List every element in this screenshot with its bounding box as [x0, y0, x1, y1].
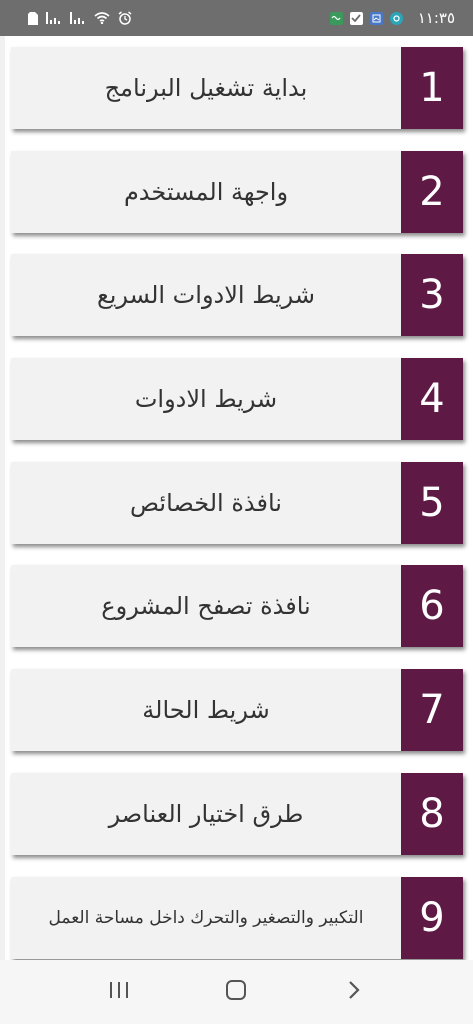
menu-item-number-badge: 8	[401, 772, 463, 855]
menu-item-label: نافذة تصفح المشروع	[101, 592, 311, 621]
menu-item-6[interactable]: نافذة تصفح المشروع 6	[11, 565, 463, 648]
check-box-icon	[349, 11, 363, 25]
home-icon	[225, 979, 247, 1005]
menu-item-8[interactable]: طرق اختيار العناصر 8	[11, 772, 463, 855]
menu-item-label: شريط الادوات السريع	[96, 281, 316, 310]
wifi-icon	[94, 12, 110, 24]
status-right-icons: ١١:٣٥	[329, 9, 455, 27]
recent-apps-icon	[108, 981, 130, 1003]
menu-item-5[interactable]: نافذة الخصائص 5	[11, 461, 463, 544]
left-edge-strip	[0, 36, 5, 960]
menu-item-label: شريط الحالة	[142, 696, 270, 725]
menu-item-number-badge: 4	[401, 358, 463, 441]
main-content: بداية تشغيل البرنامج 1 واجهة المستخدم 2 شريط…	[0, 36, 473, 960]
app-notification-icon	[369, 11, 383, 25]
menu-item-label-area: شريط الحالة	[11, 669, 401, 751]
menu-item-4[interactable]: شريط الادوات 4	[11, 358, 463, 441]
back-icon	[347, 980, 361, 1004]
menu-item-number-badge: 5	[401, 461, 463, 544]
menu-item-label-area: طرق اختيار العناصر	[11, 773, 401, 855]
alarm-icon	[118, 11, 132, 25]
menu-item-label: شريط الادوات	[134, 385, 278, 414]
navigation-bar	[0, 960, 473, 1024]
status-left-icons	[28, 11, 132, 25]
status-bar: ١١:٣٥	[0, 0, 473, 36]
menu-item-number-badge: 2	[401, 150, 463, 233]
signal-bars-icon	[46, 12, 62, 24]
menu-item-label-area: شريط الادوات	[11, 358, 401, 440]
menu-item-label-area: نافذة تصفح المشروع	[11, 565, 401, 647]
menu-item-label: التكبير والتصغير والتحرك داخل مساحة العم…	[48, 907, 364, 928]
signal-bars-icon	[70, 12, 86, 24]
menu-item-label-area: نافذة الخصائص	[11, 462, 401, 544]
menu-item-number-badge: 1	[401, 47, 463, 129]
menu-item-1[interactable]: بداية تشغيل البرنامج 1	[11, 47, 463, 129]
app-notification-icon	[329, 11, 343, 25]
lesson-menu-list: بداية تشغيل البرنامج 1 واجهة المستخدم 2 شريط…	[11, 47, 463, 980]
menu-item-number-badge: 9	[401, 876, 463, 959]
menu-item-3[interactable]: شريط الادوات السريع 3	[11, 254, 463, 337]
menu-item-label: نافذة الخصائص	[130, 488, 282, 517]
recent-apps-button[interactable]	[99, 972, 139, 1012]
back-button[interactable]	[334, 972, 374, 1012]
menu-item-label: بداية تشغيل البرنامج	[104, 74, 308, 102]
menu-item-label-area: بداية تشغيل البرنامج	[11, 47, 401, 129]
menu-item-label: واجهة المستخدم	[123, 177, 289, 206]
sim-card-icon	[28, 11, 38, 25]
status-clock: ١١:٣٥	[417, 9, 455, 27]
menu-item-label-area: واجهة المستخدم	[11, 151, 401, 233]
menu-item-2[interactable]: واجهة المستخدم 2	[11, 150, 463, 233]
menu-item-number-badge: 6	[401, 565, 463, 648]
menu-item-label-area: شريط الادوات السريع	[11, 254, 401, 336]
menu-item-number-badge: 3	[401, 254, 463, 337]
menu-item-7[interactable]: شريط الحالة 7	[11, 669, 463, 752]
menu-item-9[interactable]: التكبير والتصغير والتحرك داخل مساحة العم…	[11, 876, 463, 959]
menu-item-label-area: التكبير والتصغير والتحرك داخل مساحة العم…	[11, 877, 401, 959]
app-notification-icon	[389, 11, 403, 25]
menu-item-label: طرق اختيار العناصر	[108, 799, 304, 828]
home-button[interactable]	[216, 972, 256, 1012]
menu-item-number-badge: 7	[401, 669, 463, 752]
